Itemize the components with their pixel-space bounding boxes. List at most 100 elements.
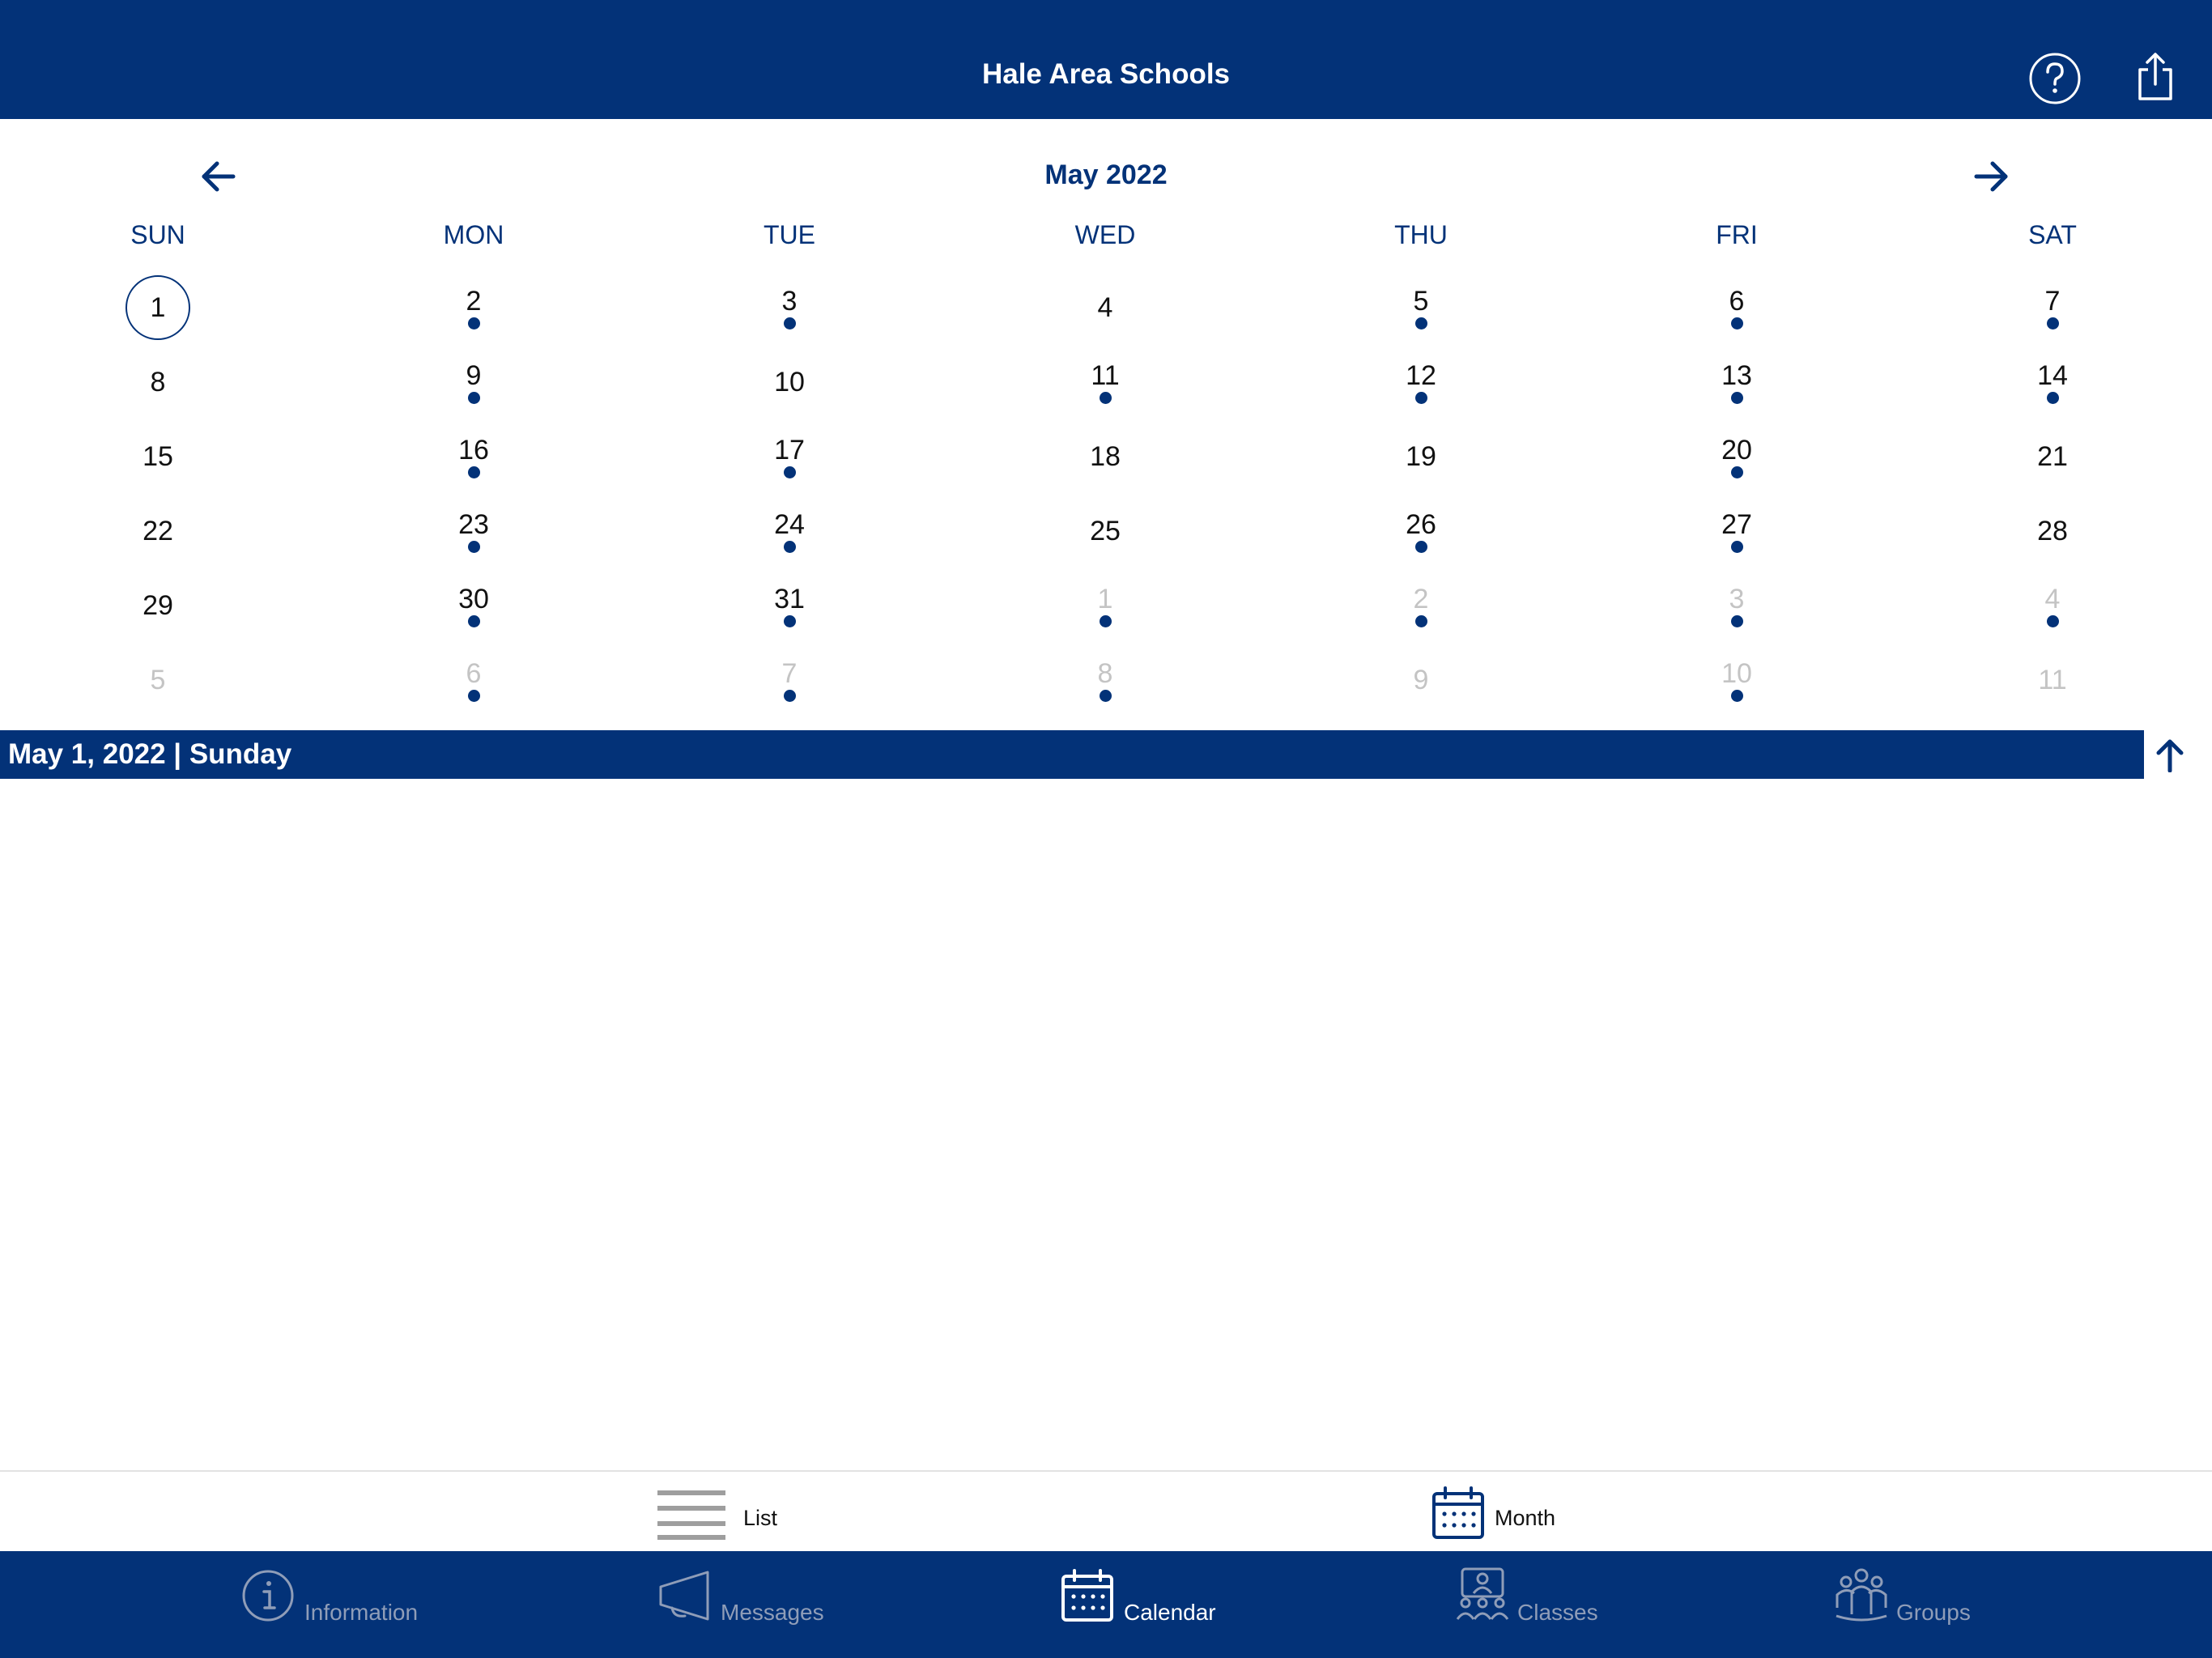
calendar-day[interactable]: 26 (1376, 500, 1465, 568)
calendar-day[interactable]: 2 (429, 277, 518, 345)
day-number: 13 (1721, 360, 1752, 391)
day-number: 4 (1097, 292, 1113, 323)
help-button[interactable] (2028, 52, 2082, 105)
day-number: 9 (466, 360, 482, 391)
next-month-button[interactable] (1973, 159, 2010, 194)
weekday-wed: WED (1074, 220, 1136, 249)
list-view-button[interactable]: List (656, 1486, 785, 1543)
day-number: 17 (774, 435, 805, 466)
calendar-day[interactable]: 18 (1061, 426, 1150, 494)
calendar-day[interactable]: 15 (113, 426, 202, 494)
calendar-day[interactable]: 25 (1061, 500, 1150, 568)
share-icon (2138, 53, 2172, 100)
day-number: 26 (1406, 509, 1436, 540)
day-number: 12 (1406, 360, 1436, 391)
calendar-day[interactable]: 20 (1692, 426, 1781, 494)
event-indicator-dot (1414, 541, 1427, 553)
weekday-sun: SUN (130, 220, 185, 249)
app-header: Hale Area Schools (0, 0, 2212, 119)
event-indicator-dot (1730, 541, 1743, 553)
calendar-day[interactable]: 23 (429, 500, 518, 568)
event-indicator-dot (1414, 615, 1427, 627)
tab-information[interactable]: Information (241, 1567, 428, 1629)
calendar-day-other-month[interactable]: 2 (1376, 575, 1465, 643)
event-indicator-dot (1099, 392, 1112, 404)
calendar-day-other-month[interactable]: 4 (2008, 575, 2097, 643)
calendar-day[interactable]: 24 (745, 500, 834, 568)
calendar-day-other-month[interactable]: 3 (1692, 575, 1781, 643)
month-view-button[interactable]: Month (1431, 1486, 1577, 1543)
calendar-day[interactable]: 14 (2008, 351, 2097, 419)
calendar-day[interactable]: 7 (2008, 277, 2097, 345)
day-number: 24 (774, 509, 805, 540)
selected-date-bar: May 1, 2022 | Sunday (0, 730, 2144, 779)
event-indicator-dot (1414, 317, 1427, 329)
calendar-day[interactable]: 21 (2008, 426, 2097, 494)
event-indicator-dot (783, 466, 796, 478)
calendar-day-other-month[interactable]: 8 (1061, 649, 1150, 717)
calendar-day[interactable]: 13 (1692, 351, 1781, 419)
day-number: 4 (2044, 584, 2061, 614)
calendar-day-other-month[interactable]: 9 (1376, 649, 1465, 717)
calendar-day[interactable]: 3 (745, 277, 834, 345)
weekday-fri: FRI (1716, 220, 1758, 249)
collapse-calendar-button[interactable] (2155, 738, 2184, 773)
weekday-thu: THU (1394, 220, 1448, 249)
calendar-day[interactable]: 5 (1376, 277, 1465, 345)
calendar-day[interactable]: 8 (113, 351, 202, 419)
tab-groups[interactable]: Groups (1835, 1567, 1997, 1629)
calendar-day[interactable]: 19 (1376, 426, 1465, 494)
day-number: 2 (1413, 584, 1429, 614)
month-view-label: Month (1495, 1506, 1556, 1530)
event-indicator-dot (467, 541, 480, 553)
calendar-day[interactable]: 10 (745, 351, 834, 419)
day-number: 29 (143, 590, 173, 621)
calendar-day-other-month[interactable]: 5 (113, 649, 202, 717)
calendar-day[interactable]: 12 (1376, 351, 1465, 419)
day-number: 31 (774, 584, 805, 614)
calendar-icon (1061, 1569, 1113, 1622)
calendar-day-other-month[interactable]: 1 (1061, 575, 1150, 643)
day-number: 3 (781, 286, 798, 317)
event-indicator-dot (467, 466, 480, 478)
groups-icon (1836, 1568, 1887, 1622)
calendar-day[interactable]: 6 (1692, 277, 1781, 345)
day-number: 9 (1413, 665, 1429, 695)
tab-calendar[interactable]: Calendar (1061, 1567, 1223, 1629)
calendar-day[interactable]: 31 (745, 575, 834, 643)
event-indicator-dot (2046, 317, 2059, 329)
event-indicator-dot (1730, 690, 1743, 702)
day-number: 28 (2037, 516, 2068, 546)
day-number: 10 (774, 367, 805, 397)
info-circle-icon (242, 1570, 294, 1622)
calendar-day[interactable]: 30 (429, 575, 518, 643)
calendar-day[interactable]: 11 (1061, 351, 1150, 419)
tab-groups-label: Groups (1896, 1600, 1971, 1625)
tab-classes[interactable]: Classes (1456, 1567, 1618, 1629)
view-toggle-bar: List Month (0, 1470, 2212, 1553)
calendar-day-other-month[interactable]: 7 (745, 649, 834, 717)
event-indicator-dot (467, 615, 480, 627)
calendar-day-other-month[interactable]: 11 (2008, 649, 2097, 717)
bottom-tab-bar: Information Messages Calendar Classes Gr… (0, 1551, 2212, 1658)
calendar-day[interactable]: 4 (1061, 277, 1150, 345)
calendar-day[interactable]: 28 (2008, 500, 2097, 568)
calendar-day[interactable]: 29 (113, 575, 202, 643)
calendar-day[interactable]: 16 (429, 426, 518, 494)
calendar-day[interactable]: 27 (1692, 500, 1781, 568)
tab-messages[interactable]: Messages (657, 1567, 827, 1629)
share-button[interactable] (2133, 52, 2177, 102)
calendar-day[interactable]: 17 (745, 426, 834, 494)
day-number: 11 (2038, 665, 2067, 695)
calendar-day[interactable]: 22 (113, 500, 202, 568)
event-indicator-dot (467, 317, 480, 329)
day-number: 15 (143, 441, 173, 472)
calendar-day-other-month[interactable]: 10 (1692, 649, 1781, 717)
calendar-day-other-month[interactable]: 6 (429, 649, 518, 717)
event-indicator-dot (1730, 392, 1743, 404)
calendar-day[interactable]: 1 (113, 275, 202, 345)
day-number: 5 (150, 665, 166, 695)
calendar-day[interactable]: 9 (429, 351, 518, 419)
weekday-sat: SAT (2028, 220, 2077, 249)
day-number: 10 (1721, 658, 1752, 689)
